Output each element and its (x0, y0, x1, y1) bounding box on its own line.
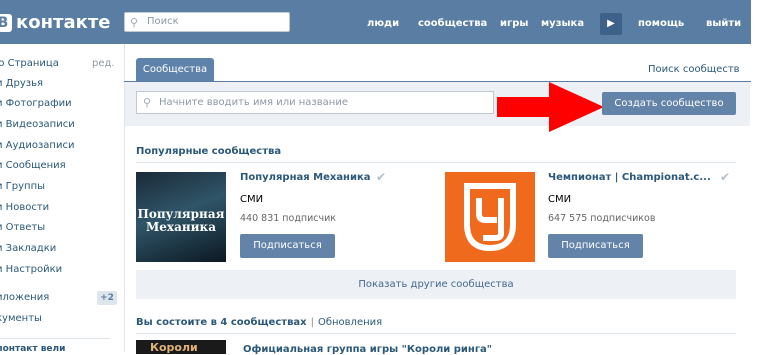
music-play-button[interactable]: ▶ (600, 13, 622, 35)
search-icon: ⚲ (143, 96, 152, 109)
sidebar-item-apps[interactable]: иложения (0, 292, 49, 303)
nav-music[interactable]: музыка (541, 18, 584, 29)
card-2-name[interactable]: Чемпионат | Championat.c... (548, 172, 711, 183)
popular-communities-title: Популярные сообщества (136, 146, 282, 157)
subscribe-button[interactable]: Подписаться (548, 234, 643, 258)
official-group-name[interactable]: Официальная группа игры "Короли ринга" (243, 344, 492, 355)
search-icon: ⚲ (130, 16, 139, 29)
header-search[interactable]: ⚲ (124, 12, 290, 32)
sidebar-item-news[interactable]: и Новости (0, 202, 49, 213)
right-margin (751, 0, 768, 352)
show-more-communities-button[interactable]: Показать другие сообщества (136, 270, 736, 299)
verified-check-icon: ✔ (376, 170, 387, 184)
sidebar-item-groups[interactable]: и Группы (0, 181, 45, 192)
sidebar-item-answers[interactable]: и Ответы (0, 222, 45, 233)
nav-help[interactable]: помощь (638, 18, 684, 29)
sidebar-truncated-text: лонтакт вели (0, 344, 66, 354)
card-1-category: СМИ (240, 194, 264, 205)
sidebar-item-bookmarks[interactable]: и Закладки (0, 243, 56, 254)
updates-link[interactable]: Обновления (318, 317, 382, 328)
championat-thumbnail[interactable] (445, 172, 535, 262)
sidebar-item-videos[interactable]: и Видеозаписи (0, 119, 75, 130)
popular-mechanics-thumbnail[interactable]: Популярная Механика (136, 172, 226, 262)
nav-games[interactable]: игры (500, 18, 528, 29)
header-search-input[interactable] (145, 15, 289, 28)
sidebar-item-my-page[interactable]: ю Страница (0, 58, 59, 69)
nav-communities[interactable]: сообщества (418, 18, 487, 29)
member-separator: | (310, 317, 314, 328)
group-search-field[interactable]: ⚲ (136, 91, 494, 114)
card-1-name[interactable]: Популярная Механика (240, 172, 371, 183)
card-1-subscribers: 440 831 подписчик (240, 213, 337, 224)
verified-check-icon: ✔ (720, 170, 731, 184)
vk-logo[interactable]: Bконтакте (0, 12, 110, 33)
group-search-input[interactable] (157, 96, 481, 109)
search-communities-link[interactable]: Поиск сообществ (648, 64, 740, 75)
championat-logo-icon (464, 183, 516, 252)
sidebar-item-friends[interactable]: и Друзья (0, 78, 43, 89)
sidebar-item-settings[interactable]: и Настройки (0, 264, 62, 275)
nav-people[interactable]: люди (367, 18, 399, 29)
red-arrow-annotation (497, 82, 604, 132)
sidebar-edit-link[interactable]: ред. (92, 58, 115, 69)
sidebar-item-photos[interactable]: и Фотографии (0, 98, 72, 109)
sidebar-divider (0, 338, 110, 339)
card-2-subscribers: 647 575 подписчиков (548, 213, 656, 224)
vk-logo-icon: B (0, 13, 12, 32)
apps-count-badge: +2 (97, 291, 117, 305)
tab-communities[interactable]: Сообщества (136, 58, 214, 81)
card-2-category: СМИ (548, 194, 572, 205)
create-community-button[interactable]: Создать сообщество (602, 92, 736, 115)
sidebar-item-documents[interactable]: кументы (0, 313, 42, 324)
nav-logout[interactable]: выйти (706, 18, 741, 29)
sidebar-item-audio[interactable]: и Аудиозаписи (0, 140, 74, 151)
section-divider (136, 162, 736, 163)
section-divider (136, 333, 736, 334)
play-icon: ▶ (607, 18, 615, 29)
subscribe-button[interactable]: Подписаться (240, 234, 335, 258)
member-count-title: Вы состоите в 4 сообществах (136, 317, 307, 328)
member-line: Вы состоите в 4 сообществах | Обновления (136, 317, 382, 328)
sidebar-item-messages[interactable]: и Сообщения (0, 160, 66, 171)
